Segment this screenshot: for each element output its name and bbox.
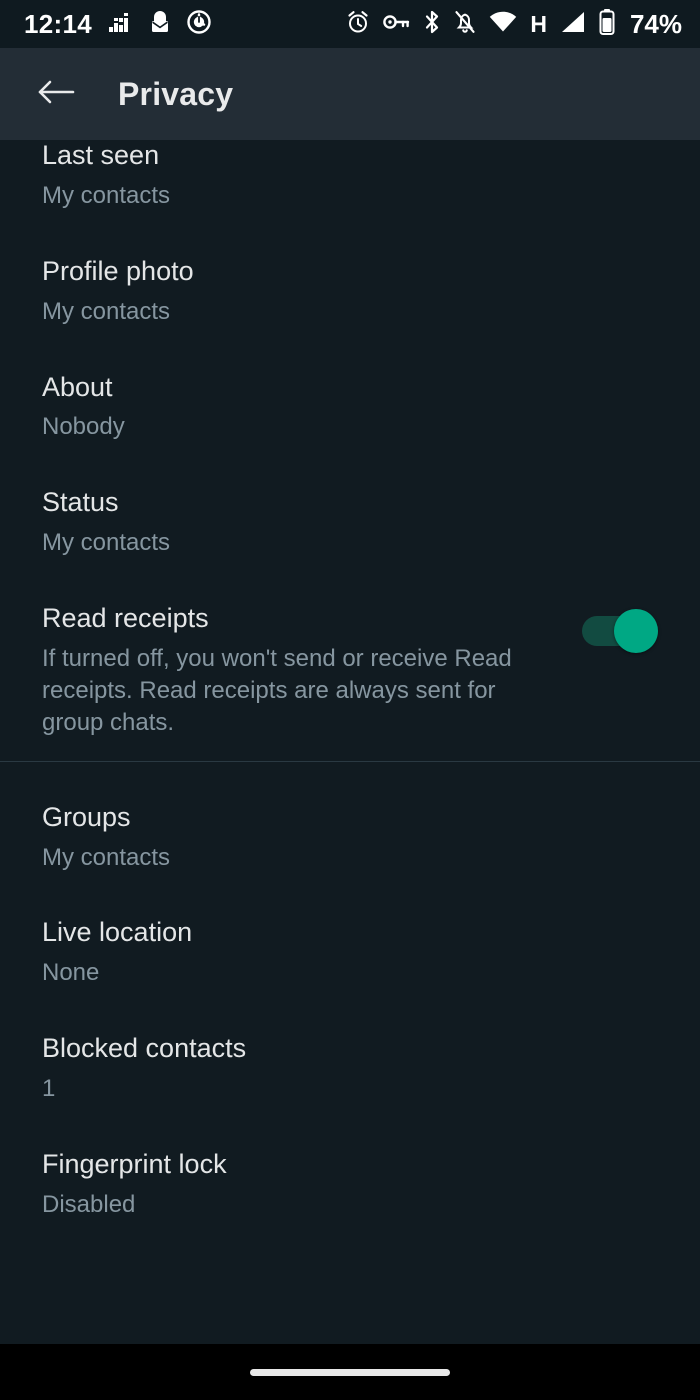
- row-texts: About Nobody: [42, 372, 658, 444]
- row-title: Last seen: [42, 140, 160, 170]
- toggle-thumb: [614, 609, 658, 654]
- bluetooth-icon: [423, 10, 441, 39]
- app-bar: Privacy: [0, 48, 700, 140]
- settings-scroll-container[interactable]: Last seen My contacts Profile photo My c…: [0, 140, 700, 1344]
- section-more-privacy: Groups My contacts Live location None Bl…: [0, 761, 700, 1243]
- row-subtitle: My contacts: [42, 843, 171, 871]
- wifi-icon: [489, 11, 517, 38]
- row-texts: Last seen My contacts: [42, 140, 658, 212]
- section-visibility: Last seen My contacts Profile photo My c…: [0, 140, 700, 761]
- row-title: Live location: [42, 917, 193, 948]
- row-blocked-contacts[interactable]: Blocked contacts 1: [0, 1011, 700, 1127]
- row-profile-photo[interactable]: Profile photo My contacts: [0, 234, 700, 350]
- battery-icon: [599, 8, 615, 40]
- row-read-receipts[interactable]: Read receipts If turned off, you won't s…: [0, 581, 700, 761]
- status-bar-right: H 74%: [346, 8, 682, 40]
- notifications-muted-icon: [454, 10, 476, 39]
- row-status[interactable]: Status My contacts: [0, 465, 700, 581]
- page-title: Privacy: [118, 75, 234, 112]
- row-texts: Live location None: [42, 917, 658, 989]
- row-texts: Blocked contacts 1: [42, 1033, 658, 1105]
- row-title: About: [42, 371, 113, 402]
- row-fingerprint-lock[interactable]: Fingerprint lock Disabled: [0, 1127, 700, 1243]
- row-about[interactable]: About Nobody: [0, 350, 700, 466]
- row-groups[interactable]: Groups My contacts: [0, 762, 700, 896]
- row-subtitle: 1: [42, 1075, 56, 1103]
- row-title: Profile photo: [42, 255, 194, 286]
- alarm-icon: [346, 10, 370, 39]
- settings-list: Last seen My contacts Profile photo My c…: [0, 140, 700, 1243]
- read-receipts-toggle[interactable]: [582, 609, 658, 654]
- status-bar-left: 12:14: [24, 9, 211, 39]
- network-type-label: H: [530, 10, 547, 37]
- row-title: Blocked contacts: [42, 1033, 247, 1064]
- arrow-back-icon: [36, 76, 76, 113]
- vpn-key-icon: [383, 14, 410, 35]
- row-texts: Fingerprint lock Disabled: [42, 1149, 658, 1221]
- row-last-seen[interactable]: Last seen My contacts: [0, 140, 700, 234]
- equalizer-icon: [109, 11, 133, 38]
- row-subtitle: My contacts: [42, 297, 171, 325]
- navigation-bar: [0, 1344, 700, 1400]
- back-button[interactable]: [30, 68, 82, 120]
- mail-icon: [150, 10, 170, 39]
- row-texts: Status My contacts: [42, 487, 658, 559]
- row-texts: Groups My contacts: [42, 802, 658, 874]
- phone-screen: 12:14 H 74% Privacy Last seen My contact…: [0, 0, 700, 1400]
- row-subtitle: Disabled: [42, 1190, 136, 1218]
- row-title: Groups: [42, 801, 131, 832]
- row-subtitle: My contacts: [42, 181, 171, 209]
- row-title: Fingerprint lock: [42, 1148, 227, 1179]
- battery-percent-label: 74%: [629, 9, 682, 39]
- status-bar-clock: 12:14: [24, 9, 92, 39]
- row-subtitle: None: [42, 959, 100, 987]
- row-texts: Profile photo My contacts: [42, 256, 658, 328]
- status-bar: 12:14 H 74%: [0, 0, 700, 48]
- row-title: Read receipts: [42, 603, 209, 634]
- row-texts: Read receipts If turned off, you won't s…: [42, 603, 582, 739]
- row-title: Status: [42, 487, 119, 518]
- row-subtitle: My contacts: [42, 529, 171, 557]
- sync-icon: [187, 9, 211, 39]
- row-live-location[interactable]: Live location None: [0, 895, 700, 1011]
- row-subtitle: Nobody: [42, 413, 125, 441]
- gesture-handle[interactable]: [250, 1368, 450, 1376]
- row-subtitle: If turned off, you won't send or receive…: [42, 644, 512, 736]
- cellular-signal-icon: [560, 11, 586, 38]
